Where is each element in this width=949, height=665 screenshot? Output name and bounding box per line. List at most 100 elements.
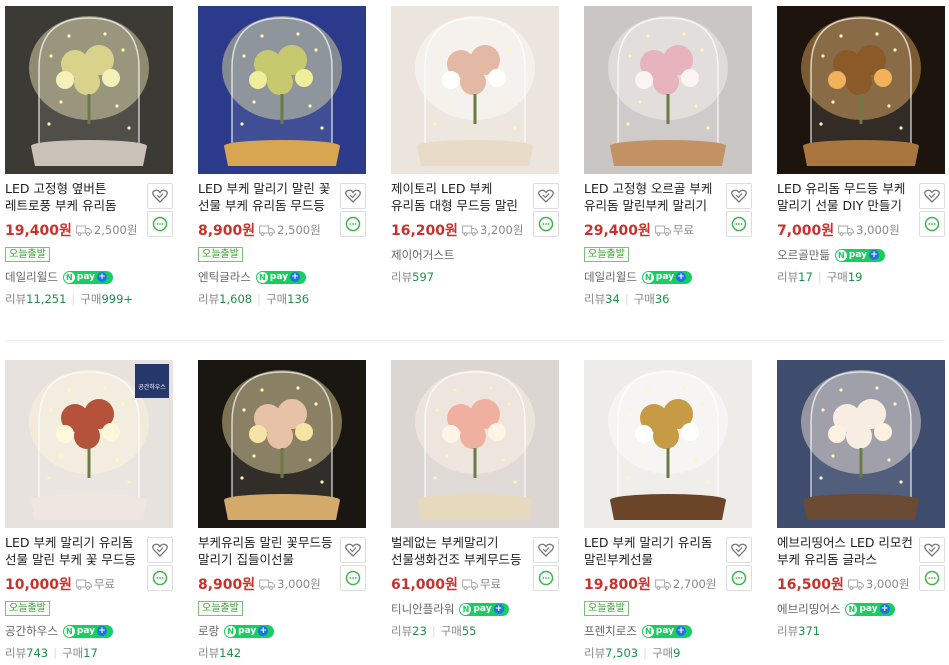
product-title[interactable]: LED 부케 말리기 유리돔 말린부케선물 xyxy=(584,534,720,568)
npay-badge: Npay + xyxy=(641,270,692,284)
review-label: 리뷰 xyxy=(5,646,27,660)
product-image[interactable] xyxy=(584,360,752,528)
review-count[interactable]: 11,251 xyxy=(26,292,66,306)
product-card[interactable]: 벌레없는 부케말리기 선물생화건조 부케무드등 61,000원 무료 티니안플라… xyxy=(391,360,563,665)
purchase-label: 구매 xyxy=(826,270,848,284)
today-shipping-badge: 오늘출발 xyxy=(198,601,243,616)
row-divider xyxy=(5,340,945,341)
talk-button[interactable] xyxy=(340,211,366,237)
product-image[interactable] xyxy=(391,360,559,528)
product-image[interactable] xyxy=(198,6,366,174)
wishlist-button[interactable] xyxy=(533,537,559,563)
review-count[interactable]: 23 xyxy=(412,624,427,638)
seller-name[interactable]: 티니안플라워 xyxy=(391,601,454,617)
product-card[interactable]: LED 고정형 오르골 부케 유리돔 말린부케 말리기 29,400원 무료 오… xyxy=(584,6,756,326)
price: 16,200원 xyxy=(391,223,458,239)
wishlist-button[interactable] xyxy=(147,537,173,563)
product-image[interactable] xyxy=(777,360,945,528)
npay-badge: Npay + xyxy=(845,602,896,616)
review-count[interactable]: 597 xyxy=(412,270,434,284)
review-count[interactable]: 34 xyxy=(605,292,620,306)
talk-button[interactable] xyxy=(147,565,173,591)
review-stats: 리뷰 1,608 | 구매 136 xyxy=(198,291,309,307)
review-count[interactable]: 371 xyxy=(798,624,820,638)
seller-name[interactable]: 공간하우스 xyxy=(5,623,58,639)
seller-name[interactable]: 엔틱글라스 xyxy=(198,269,251,285)
today-shipping-badge: 오늘출발 xyxy=(584,601,629,616)
price: 16,500원 xyxy=(777,577,844,593)
talk-button[interactable] xyxy=(919,211,945,237)
talk-button[interactable] xyxy=(919,565,945,591)
talk-button[interactable] xyxy=(726,211,752,237)
purchase-count: 9 xyxy=(673,646,681,660)
review-count[interactable]: 142 xyxy=(219,646,241,660)
product-image[interactable] xyxy=(777,6,945,174)
product-title[interactable]: LED 고정형 오르골 부케 유리돔 말린부케 말리기 xyxy=(584,180,720,214)
npay-badge: Npay + xyxy=(224,624,275,638)
product-title[interactable]: LED 부케 말리기 말린 꽃 선물 부케 유리돔 무드등 xyxy=(198,180,334,214)
wishlist-button[interactable] xyxy=(533,183,559,209)
review-count[interactable]: 7,503 xyxy=(605,646,638,660)
talk-button[interactable] xyxy=(533,211,559,237)
talk-button[interactable] xyxy=(533,565,559,591)
product-title[interactable]: LED 부케 말리기 유리돔 선물 말린 부케 꽃 무드등 xyxy=(5,534,141,568)
chat-icon xyxy=(345,216,361,232)
review-stats: 리뷰 597 xyxy=(391,269,434,285)
wishlist-button[interactable] xyxy=(147,183,173,209)
wishlist-button[interactable] xyxy=(340,183,366,209)
product-card[interactable]: LED 부케 말리기 말린 꽃 선물 부케 유리돔 무드등 8,900원 2,5… xyxy=(198,6,370,326)
review-count[interactable]: 1,608 xyxy=(219,292,252,306)
product-image[interactable] xyxy=(198,360,366,528)
wishlist-button[interactable] xyxy=(726,537,752,563)
product-card[interactable]: 부케유리돔 말린 꽃무드등 말리기 집들이선물 8,900원 3,000원 오늘… xyxy=(198,360,370,665)
stats-separator: | xyxy=(624,292,629,306)
wishlist-button[interactable] xyxy=(340,537,366,563)
shipping-fee: 무료 xyxy=(672,223,695,237)
review-label: 리뷰 xyxy=(5,292,27,306)
product-card[interactable]: LED 부케 말리기 유리돔 말린부케선물 19,800원 2,700원 오늘출… xyxy=(584,360,756,665)
product-card[interactable]: 공간하우스 LED 부케 말리기 유리돔 선물 말린 부케 꽃 무드등 10,0… xyxy=(5,360,177,665)
product-photo xyxy=(198,360,366,528)
truck-icon xyxy=(462,579,478,590)
product-card[interactable]: LED 고정형 옆버튼 레트로풍 부케 유리돔 말린 꽃무드등 19,400원 … xyxy=(5,6,177,326)
talk-button[interactable] xyxy=(726,565,752,591)
wishlist-button[interactable] xyxy=(919,183,945,209)
npay-badge: Npay + xyxy=(255,270,306,284)
seller-name[interactable]: 데일리윌드 xyxy=(5,269,58,285)
seller-name[interactable]: 데일리윌드 xyxy=(584,269,637,285)
product-image[interactable] xyxy=(584,6,752,174)
product-title[interactable]: LED 고정형 옆버튼 레트로풍 부케 유리돔 말린 꽃무드등 xyxy=(5,180,141,214)
product-image[interactable] xyxy=(391,6,559,174)
review-count[interactable]: 17 xyxy=(798,270,813,284)
seller-name[interactable]: 에브리띵어스 xyxy=(777,601,840,617)
product-title[interactable]: 벌레없는 부케말리기 선물생화건조 부케무드등 xyxy=(391,534,527,568)
product-title[interactable]: 제이토리 LED 부케 유리돔 대형 무드등 말린 꽃 xyxy=(391,180,527,214)
talk-button[interactable] xyxy=(340,565,366,591)
wishlist-button[interactable] xyxy=(726,183,752,209)
price-shipping: 16,200원 3,200원 xyxy=(391,221,523,239)
product-title[interactable]: 부케유리돔 말린 꽃무드등 말리기 집들이선물 xyxy=(198,534,334,568)
price: 8,900원 xyxy=(198,577,256,593)
shipping-fee: 3,000원 xyxy=(277,577,321,591)
price: 29,400원 xyxy=(584,223,651,239)
product-card[interactable]: 제이토리 LED 부케 유리돔 대형 무드등 말린 꽃 16,200원 3,20… xyxy=(391,6,563,326)
seller-name[interactable]: 오르골만듦 xyxy=(777,247,830,263)
product-card[interactable]: LED 유리돔 무드등 부케 말리기 선물 DIY 만들기 7,000원 3,0… xyxy=(777,6,949,326)
seller-name[interactable]: 제이어거스트 xyxy=(391,247,454,263)
product-title[interactable]: 에브리띵어스 LED 리모컨 부케 유리돔 글라스 무드등 xyxy=(777,534,913,568)
product-image[interactable] xyxy=(5,6,173,174)
seller-name[interactable]: 프렌치로즈 xyxy=(584,623,637,639)
product-image[interactable]: 공간하우스 xyxy=(5,360,173,528)
seller-name[interactable]: 로랑 xyxy=(198,623,219,639)
talk-button[interactable] xyxy=(147,211,173,237)
stats-separator: | xyxy=(53,646,57,660)
npay-badge: Npay + xyxy=(62,270,113,284)
review-count[interactable]: 743 xyxy=(26,646,48,660)
wishlist-button[interactable] xyxy=(919,537,945,563)
heart-icon xyxy=(538,543,554,557)
truck-icon xyxy=(462,225,478,236)
npay-badge: Npay + xyxy=(62,624,113,638)
product-card[interactable]: 에브리띵어스 LED 리모컨 부케 유리돔 글라스 무드등 16,500원 3,… xyxy=(777,360,949,665)
price: 10,000원 xyxy=(5,577,72,593)
product-title[interactable]: LED 유리돔 무드등 부케 말리기 선물 DIY 만들기 xyxy=(777,180,913,214)
